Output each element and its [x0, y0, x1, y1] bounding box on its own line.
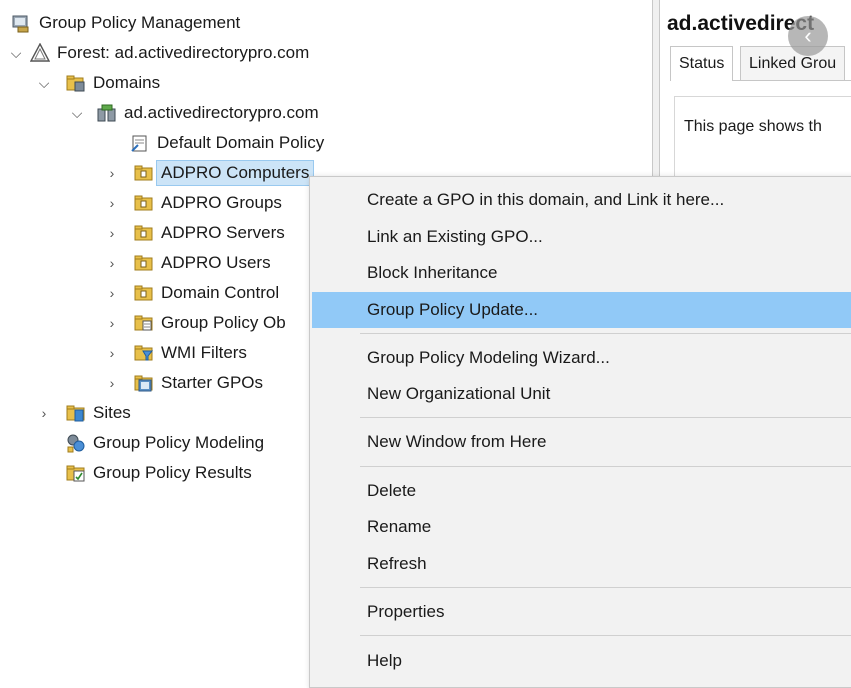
tree-item-domains[interactable]: ⌵ Domains [38, 70, 161, 96]
menu-item-new-organizational-unit[interactable]: New Organizational Unit [312, 376, 851, 412]
ou-folder-icon [134, 165, 153, 181]
chevron-right-icon[interactable]: › [106, 195, 118, 211]
tree-item-starter-gpos[interactable]: › Starter GPOs [108, 370, 263, 396]
menu-separator [360, 417, 851, 418]
chevron-down-icon[interactable]: ⌵ [10, 45, 22, 61]
chevron-down-icon[interactable]: ⌵ [38, 75, 50, 91]
tree-item-label: ADPRO Users [161, 253, 271, 272]
chevron-right-icon[interactable]: › [106, 315, 118, 331]
ou-folder-icon [134, 225, 153, 241]
menu-separator [360, 333, 851, 334]
tree-item-group-policy-results[interactable]: Group Policy Results [66, 460, 252, 486]
menu-item-group-policy-update[interactable]: Group Policy Update... [312, 292, 851, 328]
ou-folder-icon [134, 255, 153, 271]
chevron-right-icon[interactable]: › [38, 405, 50, 421]
menu-item-help[interactable]: Help [312, 643, 851, 679]
tree-item-sites[interactable]: › Sites [40, 400, 131, 426]
tree-item-ou-domain-controllers[interactable]: › Domain Control [108, 280, 279, 306]
tree-item-gpm-root[interactable]: Group Policy Management [12, 10, 240, 36]
tree-item-label: ADPRO Servers [161, 223, 285, 242]
tree-item-group-policy-modeling[interactable]: Group Policy Modeling [66, 430, 264, 456]
menu-item-block-inheritance[interactable]: Block Inheritance [312, 255, 851, 291]
detail-description: This page shows th [684, 118, 822, 135]
gpo-folder-icon [134, 315, 153, 331]
tree-item-label: Group Policy Management [39, 13, 241, 32]
modeling-icon [67, 434, 85, 453]
tree-item-label: Starter GPOs [161, 373, 264, 392]
tree-item-default-domain-policy[interactable]: Default Domain Policy [130, 130, 324, 156]
forest-icon [30, 43, 50, 62]
starter-gpo-icon [134, 375, 153, 392]
menu-separator [360, 466, 851, 467]
menu-separator [360, 587, 851, 588]
back-arrow-icon[interactable]: ‹ [788, 16, 828, 56]
tab-status[interactable]: Status [670, 46, 734, 81]
tree-item-label: Group Policy Results [93, 463, 252, 482]
sites-icon [66, 405, 85, 422]
tree-item-ou-adpro-groups[interactable]: › ADPRO Groups [108, 190, 282, 216]
chevron-right-icon[interactable]: › [106, 255, 118, 271]
tree-item-forest[interactable]: ⌵ Forest: ad.activedirectorypro.com [10, 40, 310, 66]
tree-item-label: Domain Control [161, 283, 280, 302]
tree-item-label: ADPRO Groups [161, 193, 282, 212]
chevron-right-icon[interactable]: › [106, 285, 118, 301]
wmi-folder-icon [134, 345, 154, 361]
chevron-right-icon[interactable]: › [106, 225, 118, 241]
menu-item-group-policy-modeling-wizard[interactable]: Group Policy Modeling Wizard... [312, 340, 851, 376]
tree-item-group-policy-objects[interactable]: › Group Policy Ob [108, 310, 286, 336]
detail-tabs: Status Linked Grou [670, 46, 851, 81]
tree-item-label: WMI Filters [161, 343, 247, 362]
tree-item-label: Group Policy Ob [161, 313, 286, 332]
tree-item-label: Default Domain Policy [157, 133, 325, 152]
tree-item-label: Group Policy Modeling [93, 433, 265, 452]
tree-item-ou-adpro-computers[interactable]: › ADPRO Computers [106, 160, 315, 186]
tree-item-label: Forest: ad.activedirectorypro.com [57, 43, 310, 62]
menu-item-delete[interactable]: Delete [312, 473, 851, 509]
tab-linked-group-policy-objects[interactable]: Linked Grou [740, 46, 846, 80]
menu-separator [360, 635, 851, 636]
gpm-console-icon [12, 15, 29, 33]
tree-item-label: Domains [93, 73, 161, 92]
menu-item-properties[interactable]: Properties [312, 594, 851, 630]
menu-item-create-gpo-and-link[interactable]: Create a GPO in this domain, and Link it… [312, 182, 851, 218]
chevron-right-icon[interactable]: › [106, 165, 118, 181]
chevron-down-icon[interactable]: ⌵ [71, 105, 83, 121]
domain-icon [97, 104, 116, 122]
tree-item-wmi-filters[interactable]: › WMI Filters [108, 340, 247, 366]
results-icon [66, 465, 85, 482]
tree-item-domain[interactable]: ⌵ ad.activedirectorypro.com [71, 100, 319, 126]
domains-folder-icon [66, 75, 85, 92]
tree-item-ou-adpro-users[interactable]: › ADPRO Users [108, 250, 271, 276]
tree-item-label: Sites [93, 403, 131, 422]
menu-item-rename[interactable]: Rename [312, 509, 851, 545]
gpo-link-icon [131, 135, 147, 152]
ou-folder-icon [134, 195, 153, 211]
tree-item-ou-adpro-servers[interactable]: › ADPRO Servers [108, 220, 285, 246]
tree-item-label: ad.activedirectorypro.com [124, 103, 319, 122]
chevron-right-icon[interactable]: › [106, 345, 118, 361]
ou-folder-icon [134, 285, 153, 301]
chevron-right-icon[interactable]: › [106, 375, 118, 391]
context-menu: Create a GPO in this domain, and Link it… [309, 176, 851, 688]
menu-item-refresh[interactable]: Refresh [312, 546, 851, 582]
tree-item-label: ADPRO Computers [156, 160, 315, 186]
menu-item-new-window-from-here[interactable]: New Window from Here [312, 424, 851, 460]
menu-item-link-existing-gpo[interactable]: Link an Existing GPO... [312, 219, 851, 255]
